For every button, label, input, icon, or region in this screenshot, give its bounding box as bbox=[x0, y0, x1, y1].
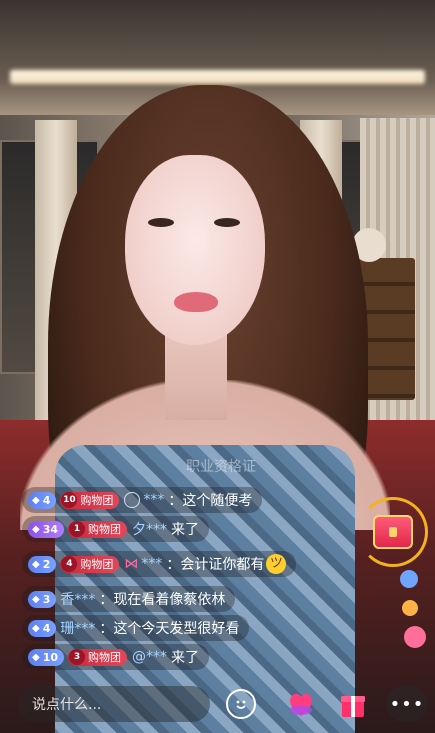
chat-message[interactable]: ◆ 10 3 购物团 @*** 来了 bbox=[22, 644, 210, 670]
user-level-badge: ◆ 3 bbox=[28, 590, 57, 608]
circle-icon bbox=[124, 492, 141, 508]
fan-club-badge: 4 购物团 bbox=[60, 555, 120, 573]
heart-gift-button[interactable] bbox=[283, 686, 319, 722]
laughing-tears-emoji-icon: ツ bbox=[266, 554, 287, 574]
chat-username[interactable]: *** bbox=[143, 492, 164, 508]
chat-separator: ： bbox=[99, 592, 114, 608]
chat-message[interactable]: ◆ 4 珊*** ： 这个今天发型很好看 bbox=[22, 615, 250, 641]
chat-separator: ： bbox=[166, 557, 181, 573]
floating-like-icon bbox=[402, 600, 418, 616]
chat-text: 来了 bbox=[171, 522, 200, 538]
user-level-badge: ◆ 4 bbox=[28, 491, 57, 509]
more-button[interactable]: ••• bbox=[386, 686, 428, 722]
chat-message[interactable]: ◆ 2 4 购物团 ⋈ *** ： 会计证你都有 ツ bbox=[22, 551, 297, 577]
bow-icon: ⋈ bbox=[124, 556, 139, 572]
diamond-icon: ◆ bbox=[32, 494, 40, 506]
emoji-button[interactable] bbox=[226, 689, 256, 719]
diamond-icon: ◆ bbox=[32, 523, 40, 535]
diamond-icon: ◆ bbox=[32, 593, 40, 605]
chat-text: 现在看着像蔡依林 bbox=[113, 592, 226, 608]
ceiling-light bbox=[10, 70, 425, 84]
user-level-badge: ◆ 4 bbox=[28, 619, 57, 637]
diamond-icon: ◆ bbox=[32, 651, 40, 663]
user-level-badge: ◆ 10 bbox=[28, 648, 65, 666]
chat-username[interactable]: *** bbox=[141, 556, 162, 572]
chat-text: 来了 bbox=[171, 650, 200, 666]
chat-separator: ： bbox=[99, 621, 114, 637]
floating-heart-icon bbox=[404, 626, 426, 648]
chat-username[interactable]: 香*** bbox=[60, 589, 95, 609]
floating-like-icon bbox=[400, 570, 418, 588]
emoji-icon bbox=[236, 700, 246, 709]
user-level-badge: ◆ 2 bbox=[28, 555, 57, 573]
treasure-chest-icon bbox=[373, 515, 413, 549]
gift-box-icon bbox=[341, 696, 365, 717]
chat-faded-message: 职业资格证 bbox=[186, 459, 256, 475]
fan-club-badge: 10 购物团 bbox=[60, 491, 120, 509]
chat-text: 这个随便考 bbox=[182, 493, 253, 509]
fan-club-badge: 3 购物团 bbox=[68, 648, 128, 666]
streamer-face bbox=[125, 155, 265, 345]
chat-text: 会计证你都有 bbox=[180, 557, 265, 573]
gift-button[interactable] bbox=[335, 686, 371, 722]
heart-gift-icon bbox=[290, 693, 312, 716]
diamond-icon: ◆ bbox=[32, 622, 40, 634]
more-icon: ••• bbox=[389, 693, 425, 715]
chat-username[interactable]: @*** bbox=[132, 649, 167, 665]
chat-message[interactable]: ◆ 3 香*** ： 现在看着像蔡依林 bbox=[22, 586, 236, 612]
comment-input[interactable]: 说点什么... bbox=[18, 686, 210, 722]
fan-club-badge: 1 购物团 bbox=[68, 520, 128, 538]
chat-username[interactable]: 珊*** bbox=[60, 618, 95, 638]
chat-separator: ： bbox=[168, 493, 183, 509]
chat-message[interactable]: ◆ 34 1 购物团 夕*** 来了 bbox=[22, 516, 210, 542]
treasure-chest-button[interactable] bbox=[358, 497, 428, 567]
chat-text: 这个今天发型很好看 bbox=[113, 621, 240, 637]
chat-message[interactable]: ◆ 4 10 购物团 *** ： 这个随便考 bbox=[22, 487, 263, 513]
diamond-icon: ◆ bbox=[32, 558, 40, 570]
chat-username[interactable]: 夕*** bbox=[132, 519, 167, 539]
streamer-eye-left bbox=[148, 218, 174, 227]
streamer-eye-right bbox=[214, 218, 240, 227]
streamer-lips bbox=[174, 292, 218, 312]
user-level-badge: ◆ 34 bbox=[28, 520, 65, 538]
